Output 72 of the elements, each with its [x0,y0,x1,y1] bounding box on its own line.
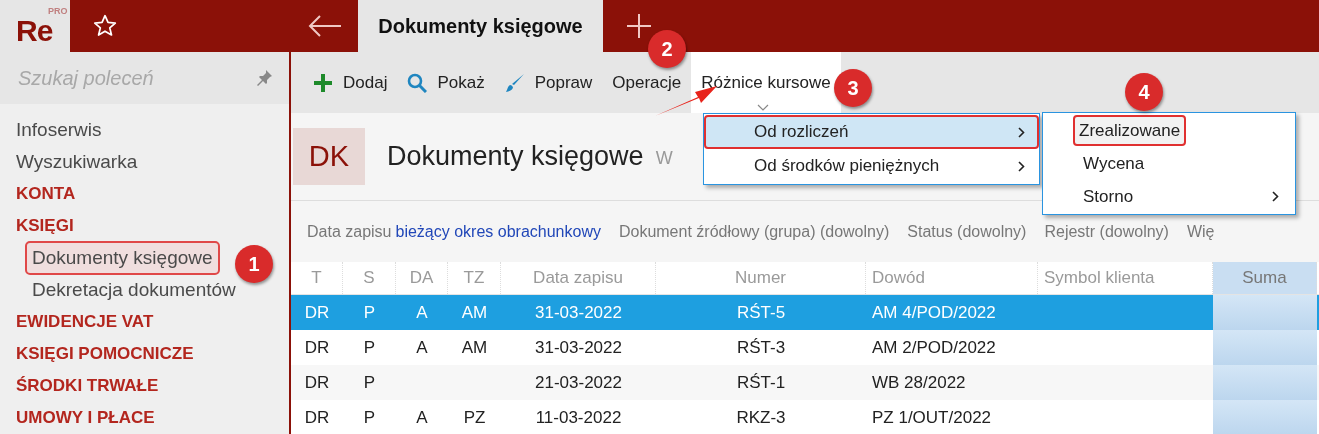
column-header[interactable]: Data zapisu [501,262,656,294]
search-icon [407,72,428,93]
logo: Re PRO [0,0,70,52]
table-cell-text: A [416,301,428,324]
sidebar-item[interactable]: Infoserwis [16,115,102,145]
table-cell-text: DR [304,371,330,394]
table-cell-text: 31-03-2022 [535,336,622,359]
table-row[interactable]: DR P A AM 31-03-2022 RŚT-5 AM 4/POD/2022 [291,295,1319,330]
filter-label[interactable]: Dokument źródłowy (grupa) (dowolny) [618,219,890,244]
table-cell-text: AM [461,336,488,359]
menu-item[interactable]: Zrealizowane [1073,114,1187,147]
plus-icon [313,72,333,93]
toolbar-button[interactable]: Popraw [494,68,603,97]
column-header[interactable]: Numer [656,262,866,294]
table-cell-text: RŚT-3 [736,336,786,359]
table-cell-text: AM [461,301,488,324]
toolbar-button[interactable]: Operacje [602,68,692,97]
table-cell-text: 21-03-2022 [535,371,622,394]
column-header[interactable]: DA [396,262,448,294]
toolbar-button[interactable]: Dodaj [303,68,398,97]
toolbar-button[interactable]: Różnice kursowe [691,52,841,113]
table-cell-text: RŚT-5 [736,301,786,324]
sidebar-section[interactable]: KSIĘGI POMOCNICZE [16,341,194,367]
star-icon[interactable] [92,13,118,39]
table-cell-text: PZ 1/OUT/2022 [872,406,992,429]
table-cell-text: RKZ-3 [736,406,786,429]
pin-icon[interactable] [255,69,273,87]
table-cell-text: P [363,301,376,324]
sidebar-section[interactable]: ŚRODKI TRWAŁE [16,373,159,399]
table-row[interactable]: DR P 21-03-2022 RŚT-1 WB 28/2022 [291,365,1319,400]
table-cell-text: P [363,406,376,429]
menu-item[interactable]: Wycena [1079,149,1149,178]
table-cell-text: DR [304,301,330,324]
column-header[interactable]: S [343,262,396,294]
menu-item[interactable]: Od rozliczeń [704,115,1039,149]
table-cell-text: 31-03-2022 [535,301,622,324]
table-cell-text: A [416,406,428,429]
table-cell-text: P [363,336,376,359]
tab[interactable]: Dokumenty księgowe [358,0,603,52]
table-cell-text: P [363,371,376,394]
back-arrow-icon[interactable] [307,15,342,37]
table-cell-text: AM 2/POD/2022 [872,336,996,359]
toolbar-button[interactable]: Pokaż [397,68,495,97]
brush-icon [504,72,525,93]
column-header[interactable]: Suma [1213,262,1317,294]
filter-label[interactable]: Rejestr (dowolny) [1044,219,1169,244]
menu-item[interactable]: Storno [1079,182,1138,211]
page-code-badge: DK [293,128,365,185]
table-cell-text: RŚT-1 [736,371,786,394]
sidebar-section[interactable]: UMOWY I PŁACE [16,405,155,431]
table-cell-text: WB 28/2022 [872,371,966,394]
menu-item[interactable]: Od środków pieniężnych [704,149,1039,183]
plus-icon[interactable] [626,13,652,39]
table-cell-text: AM 4/POD/2022 [872,301,996,324]
table-cell-text: 11-03-2022 [535,406,622,429]
page-title: Dokumenty księgowe [387,140,644,174]
table-cell-text: DR [304,336,330,359]
column-header[interactable]: Dowód [866,262,1038,294]
table-cell-text: PZ [463,406,486,429]
filter-label[interactable]: Wię [1186,219,1215,244]
filter-label[interactable]: Status (dowolny) [907,219,1027,244]
table-cell-text: A [416,336,428,359]
sidebar-section[interactable]: KSIĘGI [16,213,74,239]
table-cell-text: DR [304,406,330,429]
sidebar-section[interactable]: KONTA [16,181,76,207]
sidebar-item[interactable]: Wyszukiwarka [16,147,138,177]
sidebar-item[interactable]: Dokumenty księgowe [25,240,220,276]
filter-label[interactable]: Data zapisu [307,219,392,244]
sidebar-section[interactable]: EWIDENCJE VAT [16,309,154,335]
page-subtitle: W [655,147,673,170]
chevron-down-icon [757,104,770,111]
filter-value[interactable]: bieżący okres obrachunkowy [395,219,601,244]
